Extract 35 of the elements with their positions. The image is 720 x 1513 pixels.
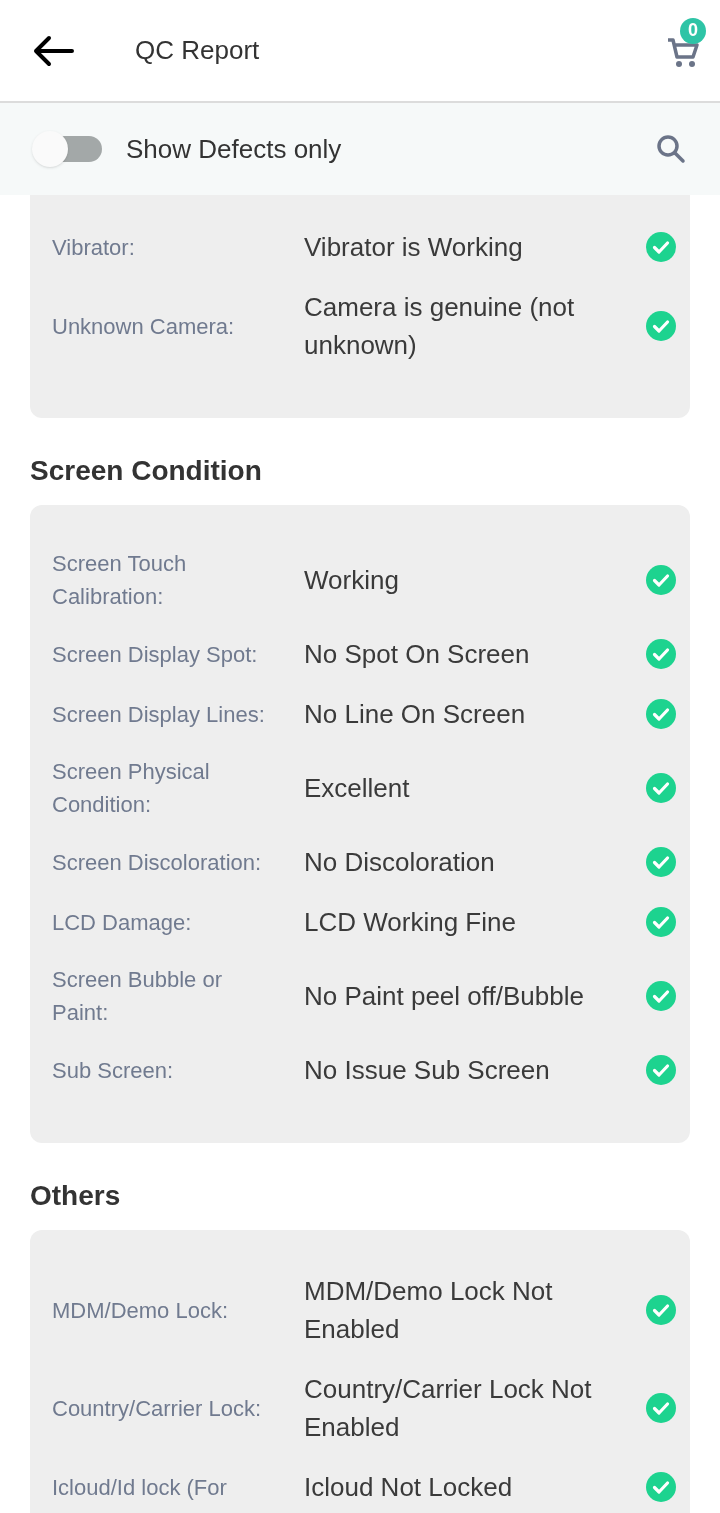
check-label: Screen Bubble or Paint: (52, 966, 223, 1027)
check-result: Icloud Not Locked (304, 1471, 514, 1504)
page-title: QC Report (135, 34, 260, 67)
check-result: Vibrator is Working (304, 231, 524, 264)
check-label: Icloud/Id lock (For (52, 1473, 228, 1502)
section-heading: Others (30, 1179, 122, 1213)
check-label: Screen Touch Calibration: (52, 550, 188, 611)
check-result: Camera is genuine (not unknown) (304, 291, 576, 362)
check-label: LCD Damage: (52, 908, 193, 937)
check-result: No Discoloration (304, 846, 496, 879)
check-result: No Spot On Screen (304, 638, 531, 671)
check-label: Screen Physical Condition: (52, 758, 211, 819)
back-arrow-icon[interactable] (32, 34, 74, 67)
check-result: Country/Carrier Lock Not Enabled (304, 1373, 593, 1444)
check-label: MDM/Demo Lock: (52, 1296, 230, 1325)
check-label: Screen Display Spot: (52, 640, 259, 669)
check-label: Unknown Camera: (52, 312, 236, 341)
check-result: LCD Working Fine (304, 906, 517, 939)
check-result: No Line On Screen (304, 698, 527, 731)
check-label: Vibrator: (52, 233, 136, 262)
check-label: Sub Screen: (52, 1056, 175, 1085)
filter-label: Show Defects only (126, 132, 342, 166)
check-result: MDM/Demo Lock Not Enabled (304, 1275, 554, 1346)
check-result: No Issue Sub Screen (304, 1054, 551, 1087)
cart-count-badge: 0 (680, 17, 706, 44)
section-heading: Screen Condition (30, 454, 263, 488)
toggle-switch[interactable] (32, 131, 102, 167)
check-result: Excellent (304, 772, 411, 805)
check-result: Working (304, 564, 400, 597)
check-label: Country/Carrier Lock: (52, 1394, 263, 1423)
search-icon[interactable] (656, 134, 686, 164)
check-result: No Paint peel off/Bubble (304, 980, 585, 1013)
check-label: Screen Discoloration: (52, 848, 263, 877)
check-label: Screen Display Lines: (52, 700, 266, 729)
cart-icon[interactable] (666, 35, 700, 68)
